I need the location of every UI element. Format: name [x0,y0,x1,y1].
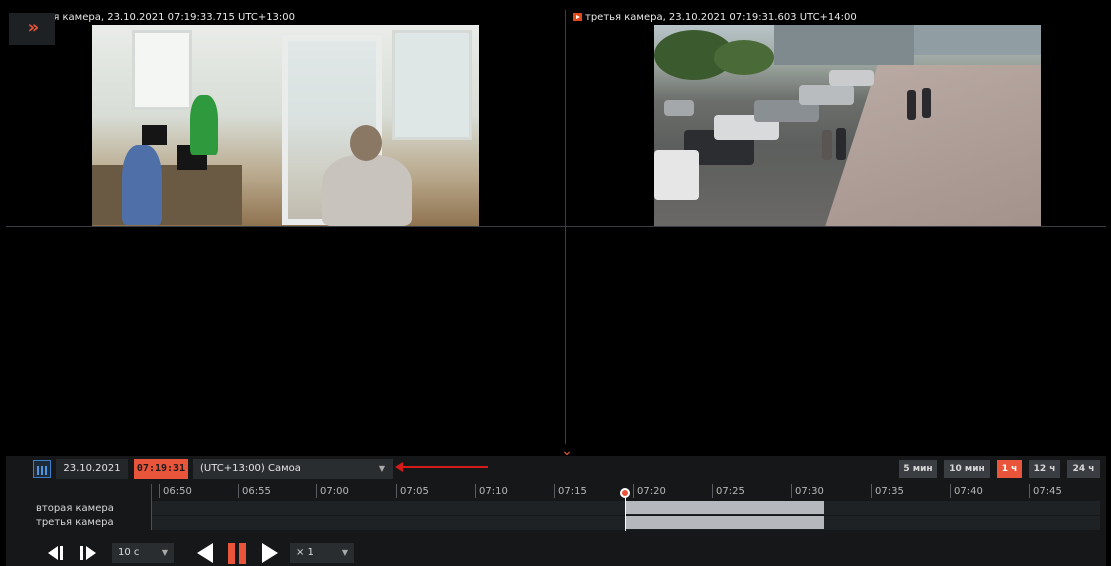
camera-caption-third-text: третья камера, 23.10.2021 07:19:31.603 U… [585,12,857,23]
camera-caption-third: третья камера, 23.10.2021 07:19:31.603 U… [570,11,860,25]
pause-bar [228,543,235,564]
car [654,150,699,200]
camera-caption-second: вторая камера, 23.10.2021 07:19:33.715 U… [20,11,299,25]
tick-mark [396,484,397,498]
sidewalk [824,65,1041,226]
tick-mark [159,484,160,498]
tick-label: 07:30 [795,486,824,497]
tick-mark [871,484,872,498]
tick-label: 07:00 [320,486,349,497]
chevron-down-icon: ▼ [161,548,168,557]
tick-mark [950,484,951,498]
chevron-down-icon: ▼ [378,464,385,473]
camera-view-third[interactable] [654,25,1041,226]
tick-mark [475,484,476,498]
date-field[interactable]: 23.10.2021 [56,459,128,479]
track-label: вторая камера [36,503,114,514]
playhead-handle[interactable] [620,488,630,498]
tick-label: 07:40 [954,486,983,497]
car [664,100,694,116]
grid-divider-vertical [565,10,566,444]
office-window [392,30,472,140]
scale-1h-button[interactable]: 1 ч [997,460,1022,478]
step-forward-icon [86,546,96,560]
step-interval-value: 10 с [118,547,140,558]
tick-mark [712,484,713,498]
tick-label: 07:05 [400,486,429,497]
pedestrian [836,128,846,160]
play-icon [573,13,582,21]
step-bar [60,546,63,560]
step-back-button[interactable] [48,546,68,560]
person-figure [122,145,162,225]
scale-12h-button[interactable]: 12 ч [1029,460,1060,478]
track-label: третья камера [36,517,114,528]
building [774,25,914,65]
camera-view-second[interactable] [92,25,479,226]
speed-select[interactable]: × 1 ▼ [290,543,354,563]
tick-label: 07:15 [558,486,587,497]
scale-24h-button[interactable]: 24 ч [1067,460,1100,478]
pedestrian [822,130,832,160]
car [829,70,874,86]
tick-mark [316,484,317,498]
step-bar [80,546,83,560]
tick-label: 07:35 [875,486,904,497]
person-figure [322,155,412,226]
chevron-down-icon: ▼ [341,548,348,557]
tree [714,40,774,75]
pedestrian [922,88,931,118]
time-field[interactable]: 07:19:31 [134,459,188,479]
recording-segment[interactable] [625,501,824,514]
person-head [350,125,382,161]
step-interval-select[interactable]: 10 с ▼ [112,543,174,563]
tick-label: 07:45 [1033,486,1062,497]
tick-label: 06:55 [242,486,271,497]
building [914,25,1041,55]
tick-mark [238,484,239,498]
car [799,85,854,105]
speed-value: × 1 [296,547,314,558]
tick-mark [633,484,634,498]
play-reverse-button[interactable] [197,543,213,563]
office-monitor [142,125,167,145]
grid-toggle-button[interactable]: » [9,13,55,45]
person-figure [190,95,218,155]
scale-5min-button[interactable]: 5 мин [899,460,937,478]
grid-divider-horizontal [6,226,1106,227]
tick-mark [554,484,555,498]
scale-10min-button[interactable]: 10 мин [944,460,990,478]
recording-segment[interactable] [625,516,824,529]
pedestrian [907,90,916,120]
annotation-arrow [395,462,488,472]
office-desk [92,165,242,225]
tick-label: 07:25 [716,486,745,497]
office-window [132,30,192,110]
step-forward-button[interactable] [80,546,100,560]
tick-label: 06:50 [163,486,192,497]
tick-label: 07:20 [637,486,666,497]
step-back-icon [48,546,58,560]
pause-button[interactable] [228,543,248,564]
timezone-value: (UTC+13:00) Самоа [200,463,301,474]
timezone-select[interactable]: (UTC+13:00) Самоа ▼ [193,459,393,479]
tick-mark [791,484,792,498]
tick-mark [1029,484,1030,498]
tick-label: 07:10 [479,486,508,497]
calendar-icon[interactable] [33,460,51,478]
play-button[interactable] [262,543,278,563]
pause-bar [239,543,246,564]
